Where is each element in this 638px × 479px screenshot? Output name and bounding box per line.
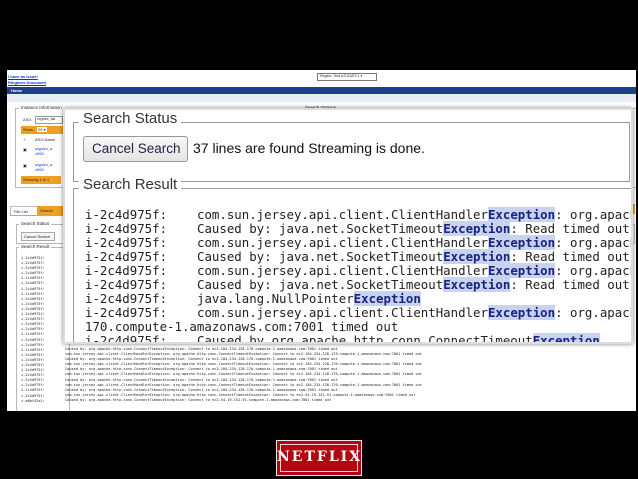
left-result-legend: Search Result [19,244,52,249]
result-line-tail: : org.apache [555,235,631,250]
result-line-wrap: 170.compute-1.amazonaws.com:7001 timed o… [85,319,399,334]
instance-legend: Instance Information [19,105,64,110]
left-id-row: i-2c4d975f: [21,337,45,342]
result-line-text: com.sun.jersey.api.client.ClientHandler [197,235,488,250]
issue-link[interactable]: I have an issue! [8,74,38,79]
exception-highlight: Exception [487,207,556,222]
tab-underline [10,215,70,216]
asg-row[interactable]: cryptex_a v000 [35,162,52,172]
left-id-row: i-2c4d975f: [21,332,45,337]
document-link[interactable]: Ringtons Document [8,80,46,85]
left-id-row: i-2c4d975f: [21,388,45,393]
netflix-logo: NETFLIX [276,440,362,476]
left-status-legend: Search Status [19,221,52,226]
result-line-text: Caused by: java.net.SocketTimeout [197,249,444,264]
left-id-row: i-2c4d975f: [21,286,45,291]
search-status-title: Search Status [79,110,182,127]
result-line-tail: : Read timed out [510,221,630,236]
region-select-value: Region: Test US-EAST-1 ▾ [320,74,363,78]
showing-bar: Showing 1 to 2 [21,176,61,184]
exception-highlight: Exception [487,305,556,320]
asg-row[interactable]: cryptex_a v000 [35,146,52,156]
result-line-text: Caused by: java.net.SocketTimeout [197,221,444,236]
small-log-lines: Caused by: org.apache.http.conn.ConnectT… [65,347,625,403]
result-line-id: i-2c4d975f: [85,235,168,250]
tab-search[interactable]: Search [37,206,65,215]
result-line-tail: : Read timed out [510,249,630,264]
result-line-tail: : org.apache [555,207,631,222]
exception-highlight: Exception [487,235,556,250]
region-select[interactable]: Region: Test US-EAST-1 ▾ [317,73,377,81]
result-line-id: i-2c4d975f: [85,291,168,306]
tab-search-label: Search [40,208,53,213]
left-id-row: i-2c4d975f: [21,291,45,296]
show-bar: Show 25 ▾ [21,126,63,134]
result-lines: i-2c4d975f: com.sun.jersey.api.client.Cli… [85,207,631,344]
result-line-id: i-2c4d975f: [85,249,168,264]
cancel-search-label: Cancel Search [92,141,181,156]
result-line: i-2c4d975f: Caused by: java.net.SocketTim… [85,249,631,264]
result-line: i-2c4d975f: java.lang.NullPointerExceptio… [85,291,631,306]
asg-input-value: cryptex_asi [37,117,56,121]
exception-highlight: Exception [443,277,511,292]
result-line-id: i-2c4d975f: [85,207,168,222]
nav-home[interactable]: Home [11,88,22,93]
exception-highlight: Exception [443,221,511,236]
checkbox-header[interactable]: + [23,137,25,142]
result-line: i-2c4d975f: Caused by: java.net.SocketTim… [85,221,631,236]
result-line-id: i-2c4d975f: [85,305,168,320]
left-id-list: i-2c4d975f: i-2c4d975f: i-2c4d975f: i-2c4d9… [21,256,45,404]
exception-highlight: Exception [353,291,421,306]
left-id-row: i-2c4d975f: [21,342,45,347]
left-id-row: i-2c4d975f: [21,281,45,286]
result-line-text: com.sun.jersey.api.client.ClientHandler [197,263,488,278]
cancel-search-button[interactable]: Cancel Search [83,136,188,162]
result-line-text: com.sun.jersey.api.client.ClientHandler [197,305,488,320]
showing-text: Showing 1 to 2 [23,177,50,182]
row-checkbox[interactable]: ▣ [23,163,27,168]
show-select[interactable]: 25 ▾ [37,127,47,132]
result-line-text: java.lang.NullPointer [197,291,354,306]
asg-name-header[interactable]: ASG Name [35,137,55,142]
exception-highlight: Exception [487,263,556,278]
result-line-text: com.sun.jersey.api.client.ClientHandler [197,207,488,222]
zoomed-callout: Search Status Cancel Search 37 lines are… [63,108,633,344]
result-line-id: i-2c4d975f: [85,263,168,278]
status-text: 37 lines are found Streaming is done. [193,140,425,156]
tab-file-list-label: File List [14,209,28,214]
result-line: i-2c4d975f: com.sun.jersey.api.client.Cli… [85,207,631,222]
result-line: i-2c4d975f: com.sun.jersey.api.client.Cli… [85,235,631,250]
result-line-id: i-2c4d975f: [85,333,168,344]
result-line-id: i-2c4d975f: [85,221,168,236]
sub-nav [7,94,636,102]
result-line-text: Caused by org.apache.http.conn.ConnectTi… [197,333,533,344]
left-cancel-label: Cancel Search [24,234,51,239]
result-line: i-2c4d975f: com.sun.jersey.api.client.Cli… [85,305,631,320]
left-id-row: i-2c4d975f: [21,393,45,398]
row-checkbox[interactable]: ▣ [23,147,27,152]
search-result-title: Search Result [79,176,182,193]
left-cancel-button[interactable]: Cancel Search [21,232,55,241]
result-line-id: i-2c4d975f: [85,277,168,292]
result-line-tail: : org.apache [555,305,631,320]
asg-input[interactable]: cryptex_asi [35,116,63,124]
result-line: i-2c4d975f: Caused by org.apache.http.con… [85,333,631,344]
asg-label: ASG [23,117,32,122]
left-id-row: i-a8bf42a1: [21,398,45,403]
small-log-line: Caused by: org.apache.http.conn.ConnectT… [65,397,332,402]
result-line: i-2c4d975f: com.sun.jersey.api.client.Cli… [85,263,631,278]
result-line: i-2c4d975f: Caused by: java.net.SocketTim… [85,277,631,292]
result-line-tail: : Read timed out [510,277,630,292]
result-line-text: Caused by: java.net.SocketTimeout [197,277,444,292]
result-line-tail: : org.apache [555,263,631,278]
exception-highlight: Exception [443,249,511,264]
exception-highlight: Exception [532,333,600,342]
nav-bar: Home [7,87,636,94]
netflix-wordmark: NETFLIX [277,449,363,465]
show-label: Show [23,127,34,132]
